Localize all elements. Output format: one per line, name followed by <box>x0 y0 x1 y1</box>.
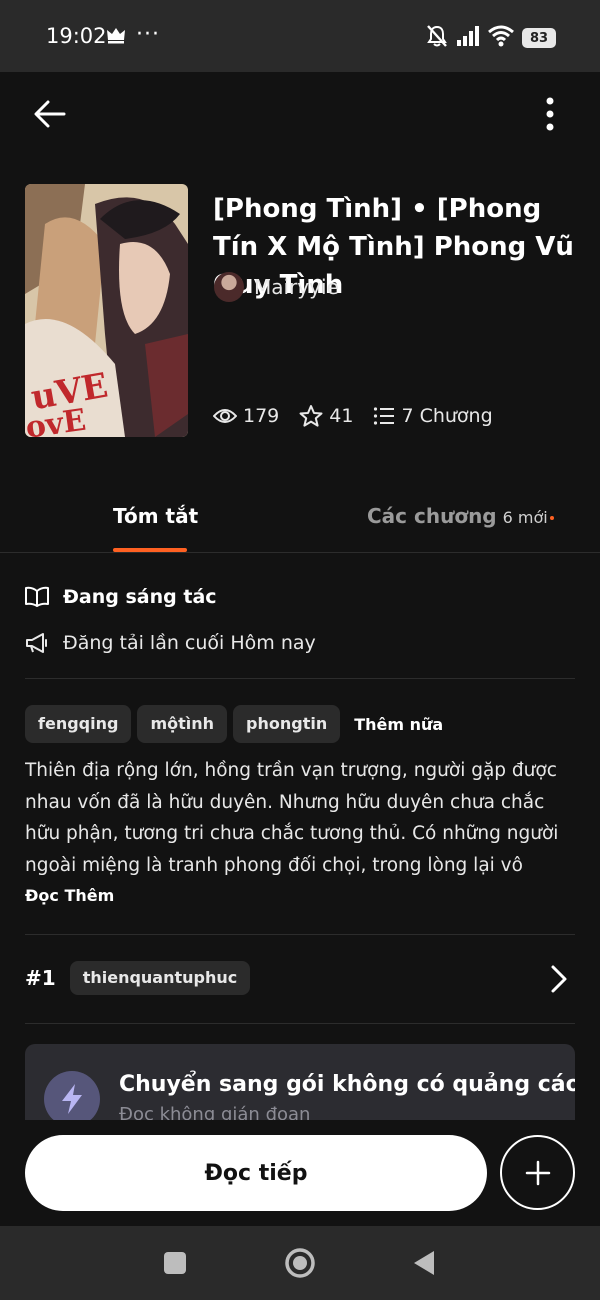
status-bar: 19:02 ··· 83 <box>0 0 600 72</box>
tag-chip[interactable]: phongtin <box>233 705 341 743</box>
continue-reading-button[interactable]: Đọc tiếp <box>25 1135 487 1211</box>
plus-icon <box>525 1160 550 1185</box>
more-vertical-icon <box>546 97 554 131</box>
chevron-right-icon[interactable] <box>546 964 570 994</box>
home-circle-icon <box>285 1248 315 1278</box>
wifi-icon <box>488 25 514 51</box>
views-count: 179 <box>243 405 280 427</box>
divider <box>25 678 575 679</box>
tab-chapters-label: Các chương <box>367 504 497 528</box>
bottom-action-bar: Đọc tiếp <box>0 1120 600 1226</box>
ad-free-promo-card[interactable]: Chuyển sang gói không có quảng cáo Đọc k… <box>25 1044 575 1124</box>
tab-bar: Tóm tắt Các chương 6 mới <box>0 480 600 553</box>
votes-stat: 41 <box>299 404 353 428</box>
arrow-left-icon <box>34 100 66 128</box>
story-description: Thiên địa rộng lớn, hồng trần vạn trượng… <box>25 760 559 876</box>
tag-list: fengqing mộtình phongtin Thêm nữa <box>25 705 443 743</box>
status-overflow-dots: ··· <box>136 22 160 47</box>
chapters-stat: 7 Chương <box>373 405 493 427</box>
tab-summary[interactable]: Tóm tắt <box>113 504 198 528</box>
avatar <box>214 272 244 302</box>
rank-tag: thienquantuphuc <box>69 961 251 995</box>
divider <box>25 1023 575 1024</box>
status-time: 19:02 <box>46 24 107 48</box>
system-nav-bar <box>0 1226 600 1300</box>
read-more-link[interactable]: Đọc Thêm <box>25 886 114 905</box>
story-cover-image[interactable]: uVE ovE <box>25 184 188 437</box>
views-stat: 179 <box>213 405 279 427</box>
divider <box>25 934 575 935</box>
list-icon <box>374 407 395 425</box>
add-to-library-button[interactable] <box>500 1135 575 1210</box>
status-text: Đang sáng tác <box>63 586 217 608</box>
new-dot <box>549 516 554 520</box>
author-name: Mairyyie <box>254 275 339 299</box>
tag-chip[interactable]: fengqing <box>25 705 132 743</box>
last-update-text: Đăng tải lần cuối Hôm nay <box>63 632 316 654</box>
bell-off-icon <box>426 24 448 52</box>
promo-title: Chuyển sang gói không có quảng cáo <box>119 1072 575 1097</box>
chapters-count: 7 Chương <box>401 405 493 427</box>
last-update: Đăng tải lần cuối Hôm nay <box>25 632 316 654</box>
more-options-button[interactable] <box>536 96 564 132</box>
status-icons: 83 <box>426 24 556 52</box>
system-back-button[interactable] <box>412 1250 436 1276</box>
ranking-row[interactable]: #1 thienquantuphuc <box>25 961 251 995</box>
crown-icon <box>106 26 126 48</box>
votes-count: 41 <box>329 405 354 427</box>
triangle-back-icon <box>414 1251 434 1275</box>
megaphone-icon <box>26 633 47 653</box>
star-icon <box>299 405 323 427</box>
story-stats: 179 41 7 Chương <box>213 404 493 428</box>
book-open-icon <box>25 586 49 607</box>
more-tags-button[interactable]: Thêm nữa <box>346 715 443 734</box>
author-link[interactable]: Mairyyie <box>214 272 339 302</box>
home-button[interactable] <box>284 1247 316 1279</box>
tab-chapters[interactable]: Các chương 6 mới <box>367 504 554 528</box>
recents-button[interactable] <box>164 1252 186 1274</box>
lightning-icon <box>44 1071 100 1124</box>
signal-icon <box>456 25 480 51</box>
tag-chip[interactable]: mộtình <box>137 705 228 743</box>
back-button[interactable] <box>32 96 68 132</box>
eye-icon <box>213 409 237 423</box>
tab-chapters-new-count: 6 mới <box>503 508 554 527</box>
tab-active-indicator <box>113 548 187 552</box>
battery-icon: 83 <box>522 28 556 48</box>
rank-number: #1 <box>25 966 56 990</box>
story-status: Đang sáng tác <box>25 586 217 608</box>
